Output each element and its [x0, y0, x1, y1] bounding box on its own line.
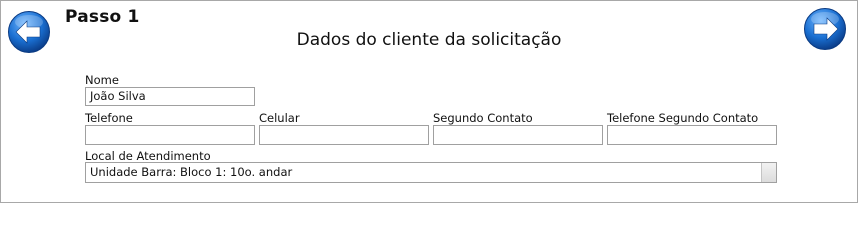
celular-label: Celular	[259, 111, 300, 125]
segundo-contato-input[interactable]	[433, 125, 603, 145]
segundo-contato-label: Segundo Contato	[433, 111, 533, 125]
nome-label: Nome	[85, 73, 119, 87]
celular-input[interactable]	[259, 125, 429, 145]
telefone-label: Telefone	[85, 111, 133, 125]
telefone-input[interactable]	[85, 125, 255, 145]
local-atendimento-selected-value: Unidade Barra: Bloco 1: 10o. andar	[90, 165, 293, 179]
step-title: Passo 1	[65, 7, 140, 27]
form-title: Dados do cliente da solicitação	[296, 30, 562, 50]
local-atendimento-label: Local de Atendimento	[85, 149, 211, 163]
local-atendimento-select[interactable]: Unidade Barra: Bloco 1: 10o. andar	[85, 162, 777, 183]
telefone-segundo-contato-input[interactable]	[607, 125, 777, 145]
nome-input[interactable]: João Silva	[85, 87, 255, 106]
telefone-segundo-contato-label: Telefone Segundo Contato	[607, 111, 759, 125]
dropdown-button[interactable]	[761, 163, 776, 182]
